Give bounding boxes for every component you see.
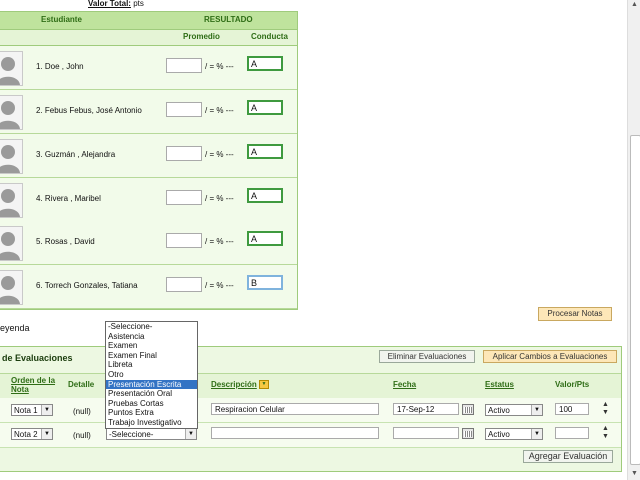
col-estatus[interactable]: Estatus (485, 380, 514, 389)
evaluation-row: Nota 2 ▼ (null) -Seleccione- ▼ Activo ▼ ▲ ▼ (0, 423, 621, 448)
student-row: 1. Doe , John / = % --- A (0, 46, 297, 90)
student-row: 2. Febus Febus, José Antonio / = % --- A (0, 90, 297, 134)
chevron-down-icon: ▼ (41, 429, 52, 439)
vertical-scrollbar[interactable]: ▲ ▼ (627, 0, 640, 480)
valor-input[interactable] (555, 427, 589, 439)
dropdown-option[interactable]: Libreta (106, 360, 197, 370)
fecha-input[interactable]: 17-Sep-12 (393, 403, 459, 415)
col-descripcion[interactable]: Descripción ▼ (211, 380, 270, 390)
nota-select[interactable]: Nota 1 ▼ (11, 404, 53, 416)
student-name: 3. Guzmán , Alejandra (36, 150, 116, 159)
percent-text: / = % --- (205, 281, 234, 290)
col-detalle: Detalle (68, 380, 95, 389)
students-panel: Estudiante RESULTADO Promedio Conducta 1… (0, 11, 298, 310)
conducta-input[interactable]: A (247, 188, 283, 203)
promedio-input[interactable] (166, 146, 202, 161)
student-name: 2. Febus Febus, José Antonio (36, 106, 142, 115)
dropdown-option[interactable]: Examen Final (106, 351, 197, 361)
sort-down-icon[interactable]: ▼ (259, 380, 270, 390)
chevron-down-icon: ▼ (185, 429, 196, 439)
fecha-input[interactable] (393, 427, 459, 439)
agregar-evaluacion-button[interactable]: Agregar Evaluación (523, 450, 613, 463)
conducta-input[interactable]: A (247, 144, 283, 159)
procesar-notas-button[interactable]: Procesar Notas (538, 307, 612, 321)
avatar-icon (0, 183, 23, 218)
valor-input[interactable]: 100 (555, 403, 589, 415)
dropdown-option[interactable]: Pruebas Cortas (106, 399, 197, 409)
promedio-input[interactable] (166, 190, 202, 205)
promedio-input[interactable] (166, 102, 202, 117)
calendar-icon[interactable] (462, 428, 474, 439)
avatar-icon (0, 226, 23, 261)
col-fecha[interactable]: Fecha (393, 380, 416, 389)
dropdown-option[interactable]: Trabajo Investigativo (106, 418, 197, 428)
header-resultado: RESULTADO (204, 15, 253, 24)
dropdown-option[interactable]: -Seleccione- (106, 322, 197, 332)
avatar-icon (0, 95, 23, 130)
scroll-up-icon[interactable]: ▲ (631, 1, 638, 8)
promedio-input[interactable] (166, 277, 202, 292)
percent-text: / = % --- (205, 106, 234, 115)
col-orden[interactable]: Orden de la Nota (11, 376, 55, 394)
chevron-down-icon: ▼ (531, 405, 542, 415)
dropdown-option[interactable]: Otro (106, 370, 197, 380)
avatar-icon (0, 51, 23, 86)
avatar-icon (0, 270, 23, 305)
detalle-value: (null) (73, 431, 91, 440)
move-updown-icon[interactable]: ▲ ▼ (602, 425, 609, 441)
aplicar-cambios-button[interactable]: Aplicar Cambios a Evaluaciones (483, 350, 617, 363)
avatar-icon (0, 139, 23, 174)
student-row: 4. Rivera , Maribel / = % --- A (0, 178, 297, 222)
student-row: 5. Rosas , David / = % --- A (0, 221, 297, 265)
col-valor: Valor/Pts (555, 380, 590, 389)
conducta-input[interactable]: B (247, 275, 283, 290)
scrollbar-thumb[interactable] (630, 135, 640, 465)
dropdown-option[interactable]: Presentación Escrita (106, 379, 197, 390)
move-updown-icon[interactable]: ▲ ▼ (602, 401, 609, 417)
student-row: 3. Guzmán , Alejandra / = % --- A (0, 134, 297, 178)
calendar-icon[interactable] (462, 404, 474, 415)
conducta-input[interactable]: A (247, 56, 283, 71)
descripcion-input[interactable] (211, 427, 379, 439)
evaluations-panel: de Evaluaciones Eliminar Evaluaciones Ap… (0, 346, 622, 472)
student-name: 4. Rivera , Maribel (36, 194, 101, 203)
conducta-input[interactable]: A (247, 100, 283, 115)
evaluations-title: de Evaluaciones (2, 353, 73, 363)
valor-total-label: Valor Total: pts (88, 0, 144, 8)
dropdown-option[interactable]: Asistencia (106, 332, 197, 342)
conducta-input[interactable]: A (247, 231, 283, 246)
chevron-down-icon: ▼ (41, 405, 52, 415)
detalle-value: (null) (73, 407, 91, 416)
student-name: 6. Torrech Gonzales, Tatiana (36, 281, 138, 290)
header-conducta: Conducta (251, 32, 288, 41)
dropdown-option[interactable]: Presentación Oral (106, 389, 197, 399)
percent-text: / = % --- (205, 194, 234, 203)
header-estudiante: Estudiante (41, 15, 82, 24)
tipo-select[interactable]: -Seleccione- ▼ (106, 428, 197, 440)
estatus-select[interactable]: Activo ▼ (485, 428, 543, 440)
student-row: 6. Torrech Gonzales, Tatiana / = % --- B (0, 265, 297, 309)
evaluation-row: Nota 1 ▼ (null) Respiracion Celular 17-Se… (0, 398, 621, 423)
promedio-input[interactable] (166, 58, 202, 73)
percent-text: / = % --- (205, 237, 234, 246)
estatus-select[interactable]: Activo ▼ (485, 404, 543, 416)
eliminar-evaluaciones-button[interactable]: Eliminar Evaluaciones (379, 350, 475, 363)
percent-text: / = % --- (205, 62, 234, 71)
nota-select[interactable]: Nota 2 ▼ (11, 428, 53, 440)
students-subheader: Promedio Conducta (0, 30, 297, 46)
promedio-input[interactable] (166, 233, 202, 248)
chevron-down-icon: ▼ (531, 429, 542, 439)
tipo-dropdown-list[interactable]: -Seleccione- Asistencia Examen Examen Final… (105, 321, 198, 429)
descripcion-input[interactable]: Respiracion Celular (211, 403, 379, 415)
header-promedio: Promedio (183, 32, 220, 41)
student-name: 1. Doe , John (36, 62, 84, 71)
percent-text: / = % --- (205, 150, 234, 159)
scroll-down-icon[interactable]: ▼ (631, 470, 638, 477)
students-header: Estudiante RESULTADO (0, 12, 297, 30)
dropdown-option[interactable]: Examen (106, 341, 197, 351)
dropdown-option[interactable]: Puntos Extra (106, 408, 197, 418)
evaluations-header: Orden de la Nota Detalle Descripción ▼ F… (0, 373, 621, 399)
student-name: 5. Rosas , David (36, 237, 95, 246)
leyenda-label: eyenda (0, 323, 30, 333)
